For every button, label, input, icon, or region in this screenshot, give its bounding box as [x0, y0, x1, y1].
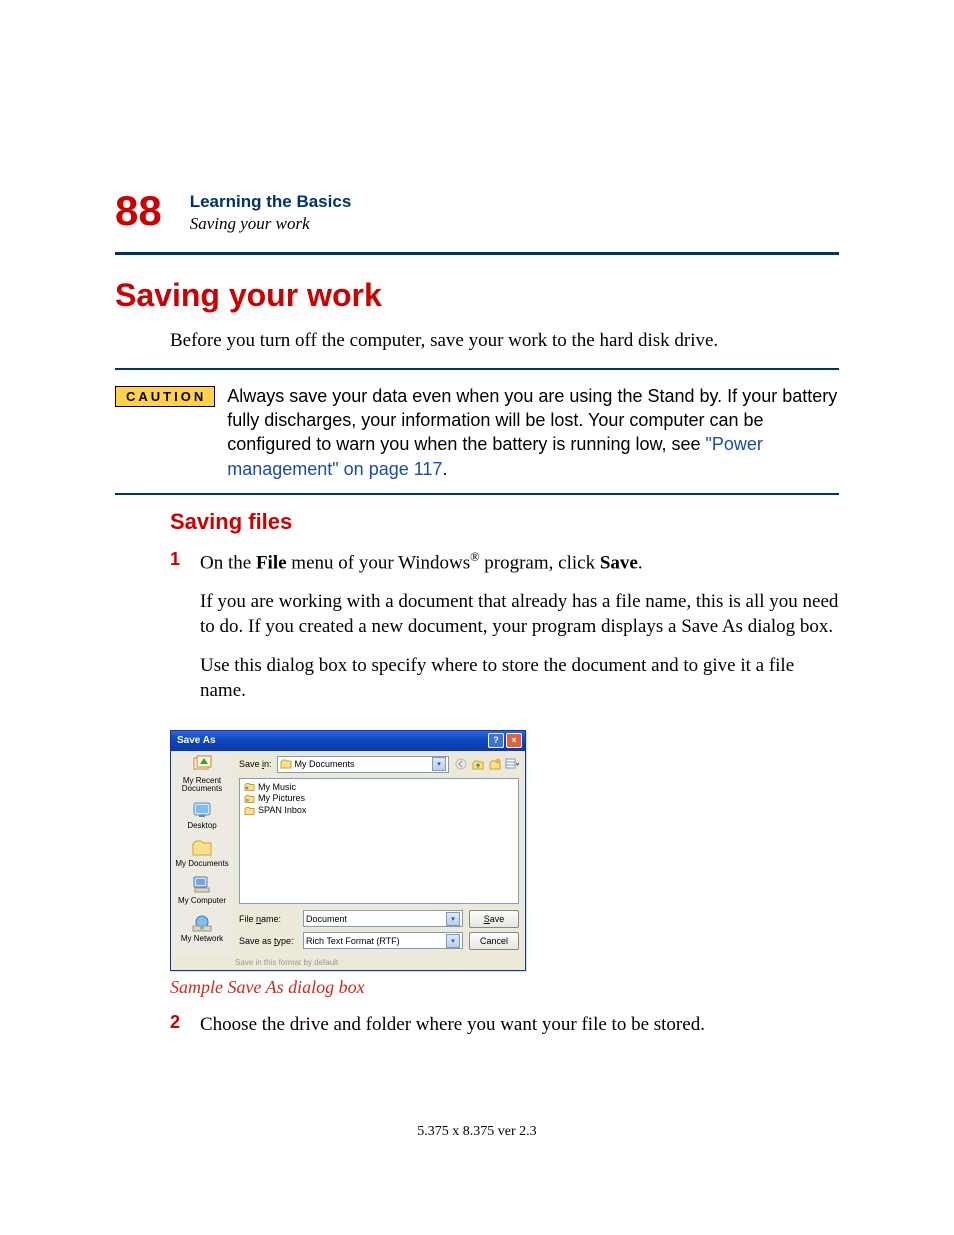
save-in-combo[interactable]: My Documents ▾ [277, 756, 449, 773]
my-network-icon [191, 913, 213, 933]
list-item: 2 Choose the drive and folder where you … [170, 1012, 839, 1051]
cancel-button[interactable]: Cancel [469, 932, 519, 950]
back-button[interactable] [454, 757, 468, 771]
step2-text: Choose the drive and folder where you wa… [200, 1012, 839, 1037]
save-default-checkbox-label[interactable]: Save in this format by default [171, 956, 525, 970]
chevron-down-icon[interactable]: ▾ [446, 934, 460, 948]
step1-p1: On the File menu of your Windows® progra… [200, 549, 839, 575]
help-button[interactable]: ? [488, 733, 504, 748]
caution-block: CAUTION Always save your data even when … [115, 384, 839, 481]
divider [115, 493, 839, 495]
chevron-down-icon[interactable]: ▾ [432, 757, 446, 771]
step1-p3: Use this dialog box to specify where to … [200, 653, 839, 703]
chapter-title: Learning the Basics [190, 192, 352, 212]
running-head: Saving your work [190, 214, 352, 234]
section-title: Saving your work [115, 277, 839, 314]
places-my-computer[interactable]: My Computer [178, 875, 226, 905]
places-desktop[interactable]: Desktop [187, 800, 216, 830]
folder-icon [280, 759, 292, 769]
page-footer: 5.375 x 8.375 ver 2.3 [0, 1124, 954, 1140]
divider [115, 252, 839, 255]
list-item: 1 On the File menu of your Windows® prog… [170, 549, 839, 718]
save-as-type-combo[interactable]: Rich Text Format (RTF) ▾ [303, 932, 463, 949]
list-item[interactable]: My Pictures [244, 793, 514, 805]
dialog-title: Save As [177, 735, 216, 746]
save-as-type-label: Save as type: [239, 936, 297, 946]
intro-paragraph: Before you turn off the computer, save y… [170, 328, 839, 354]
save-button[interactable]: Save [469, 910, 519, 928]
file-list-pane[interactable]: My Music My Pictures SPAN Inbox [239, 778, 519, 904]
figure-caption: Sample Save As dialog box [170, 977, 839, 998]
list-item[interactable]: SPAN Inbox [244, 805, 514, 817]
places-my-documents[interactable]: My Documents [175, 838, 228, 868]
divider [115, 368, 839, 370]
numbered-list: 2 Choose the drive and folder where you … [170, 1012, 839, 1051]
step-number: 1 [170, 549, 200, 718]
step1-p2: If you are working with a document that … [200, 589, 839, 639]
save-in-label: Save in: [239, 759, 272, 769]
places-my-network[interactable]: My Network [181, 913, 223, 943]
new-folder-button[interactable] [488, 757, 502, 771]
folder-icon [244, 794, 255, 804]
desktop-icon [191, 800, 213, 820]
folder-icon [244, 806, 255, 816]
caution-text: Always save your data even when you are … [227, 384, 839, 481]
page-header: 88 Learning the Basics Saving your work [115, 190, 839, 234]
up-one-level-button[interactable] [471, 757, 485, 771]
numbered-list: 1 On the File menu of your Windows® prog… [170, 549, 839, 718]
subsection-title: Saving files [170, 509, 839, 535]
page-number: 88 [115, 190, 162, 232]
recent-documents-icon [191, 755, 213, 775]
page: 88 Learning the Basics Saving your work … [0, 0, 954, 1235]
my-documents-icon [191, 838, 213, 858]
figure: Save As ? × My Recent Documents [170, 730, 839, 971]
my-computer-icon [191, 875, 213, 895]
file-name-label: File name: [239, 914, 297, 924]
caution-badge: CAUTION [115, 386, 215, 407]
step-number: 2 [170, 1012, 200, 1051]
file-name-input[interactable]: Document ▾ [303, 910, 463, 927]
nav-toolbar [454, 757, 519, 771]
close-button[interactable]: × [506, 733, 522, 748]
places-bar: My Recent Documents Desktop My Documents [171, 751, 233, 956]
save-as-dialog: Save As ? × My Recent Documents [170, 730, 526, 971]
views-button[interactable] [505, 757, 519, 771]
chevron-down-icon[interactable]: ▾ [446, 912, 460, 926]
folder-icon [244, 782, 255, 792]
list-item[interactable]: My Music [244, 782, 514, 794]
dialog-titlebar[interactable]: Save As ? × [171, 731, 525, 751]
places-recent[interactable]: My Recent Documents [173, 755, 231, 794]
